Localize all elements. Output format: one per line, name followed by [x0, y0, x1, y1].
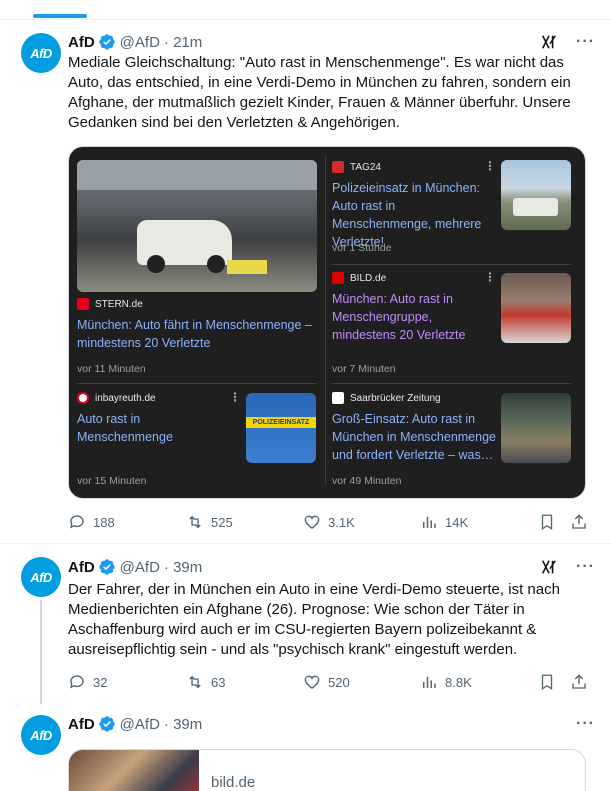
timestamp[interactable]: · 39m — [164, 559, 202, 576]
active-tab-indicator — [33, 14, 87, 18]
bookmark-icon[interactable] — [538, 673, 556, 691]
author-handle[interactable]: @AfD — [120, 716, 160, 733]
news-photo — [77, 160, 317, 292]
author-name[interactable]: AfD — [68, 34, 95, 51]
repost-icon — [189, 675, 201, 689]
grok-icon[interactable] — [540, 558, 558, 576]
row-divider — [77, 383, 317, 384]
bookmark-icon[interactable] — [538, 513, 556, 531]
tweet-text: Der Fahrer, der in München ein Auto in e… — [68, 581, 560, 658]
like-button[interactable]: 3.1K — [303, 513, 420, 531]
share-icon[interactable] — [570, 673, 588, 691]
verified-badge-icon — [98, 559, 115, 575]
reply-button[interactable]: 32 — [68, 673, 186, 691]
heart-icon — [304, 515, 320, 529]
heart-icon — [304, 675, 320, 689]
analytics-icon — [423, 676, 436, 688]
row-divider — [331, 264, 571, 265]
share-icon[interactable] — [570, 513, 588, 531]
news-thumbnail — [501, 393, 571, 463]
author-handle[interactable]: @AfD — [120, 559, 160, 576]
news-time: vor 15 Minuten — [77, 475, 147, 487]
repost-button[interactable]: 63 — [186, 673, 303, 691]
tweet-header: AfD @AfD · 39m ··· — [68, 557, 595, 577]
reply-icon — [69, 675, 84, 689]
news-item-bild[interactable]: BILD.de München: Auto rast in Menschengr… — [332, 272, 492, 344]
news-item-saarbruecker[interactable]: Saarbrücker Zeitung Groß-Einsatz: Auto r… — [332, 392, 497, 464]
link-preview-card[interactable]: bild.de — [68, 749, 586, 791]
timestamp[interactable]: · 39m — [164, 716, 202, 733]
avatar[interactable]: AfD — [21, 33, 61, 73]
author-name[interactable]: AfD — [68, 716, 95, 733]
link-thumbnail — [69, 750, 199, 791]
more-options-icon[interactable]: ··· — [576, 559, 595, 575]
news-card-image[interactable]: STERN.de München: Auto fährt in Menschen… — [68, 146, 586, 499]
news-item-tag24[interactable]: TAG24 Polizeieinsatz in München: Auto ra… — [332, 161, 492, 251]
repost-button[interactable]: 525 — [186, 513, 303, 531]
like-button[interactable]: 520 — [303, 673, 420, 691]
tweet-header: AfD @AfD · 21m ··· — [68, 32, 595, 52]
news-headline: München: Auto rast in Menschengruppe, mi… — [332, 292, 466, 342]
tweet-actions: 32 63 520 8.8K — [68, 672, 588, 692]
news-time: vor 49 Minuten — [332, 475, 402, 487]
verified-badge-icon — [98, 716, 115, 732]
more-options-icon[interactable]: ⋮ — [484, 160, 496, 172]
more-options-icon[interactable]: ··· — [576, 34, 595, 50]
more-options-icon[interactable]: ⋮ — [229, 391, 241, 403]
news-headline: München: Auto fährt in Menschenmenge – m… — [77, 318, 312, 350]
inbayreuth-logo-icon — [77, 392, 89, 404]
tweet-header: AfD @AfD · 39m ··· — [68, 714, 595, 734]
news-headline: Auto rast in Menschenmenge — [77, 412, 173, 444]
column-divider — [325, 155, 326, 485]
tweet-text: Mediale Gleichschaltung: "Auto rast in M… — [68, 54, 571, 131]
more-options-icon[interactable]: ··· — [576, 716, 595, 732]
news-item-inbayreuth[interactable]: inbayreuth.de Auto rast in Menschenmenge — [77, 392, 237, 446]
news-headline: Groß-Einsatz: Auto rast in München in Me… — [332, 412, 496, 462]
news-thumbnail — [501, 160, 571, 230]
reply-button[interactable]: 188 — [68, 513, 186, 531]
author-name[interactable]: AfD — [68, 559, 95, 576]
news-time: vor 1 Stunde — [332, 242, 392, 254]
tweet-actions: 188 525 3.1K 14K — [68, 512, 588, 532]
timestamp[interactable]: · 21m — [164, 34, 202, 51]
author-handle[interactable]: @AfD — [120, 34, 160, 51]
news-time: vor 7 Minuten — [332, 363, 396, 375]
avatar[interactable]: AfD — [21, 715, 61, 755]
more-options-icon[interactable]: ⋮ — [484, 271, 496, 283]
news-item-stern[interactable]: STERN.de München: Auto fährt in Menschen… — [77, 298, 317, 352]
news-time: vor 11 Minuten — [77, 363, 146, 375]
news-thumbnail: POLIZEIEINSATZ — [246, 393, 316, 463]
verified-badge-icon — [98, 34, 115, 50]
views-button[interactable]: 14K — [420, 513, 538, 531]
views-button[interactable]: 8.8K — [420, 673, 538, 691]
link-domain: bild.de — [211, 774, 256, 791]
avatar[interactable]: AfD — [21, 557, 61, 597]
analytics-icon — [423, 516, 436, 528]
tag24-logo-icon — [332, 161, 344, 173]
bild-logo-icon — [332, 272, 344, 284]
repost-icon — [189, 515, 201, 529]
thread-connector — [40, 600, 42, 704]
divider — [0, 19, 611, 20]
stern-logo-icon — [77, 298, 89, 310]
news-thumbnail — [501, 273, 571, 343]
news-headline: Polizeieinsatz in München: Auto rast in … — [332, 181, 482, 249]
divider — [0, 543, 611, 544]
grok-icon[interactable] — [540, 33, 558, 51]
reply-icon — [69, 515, 84, 529]
row-divider — [331, 383, 571, 384]
saarbruecker-logo-icon — [332, 392, 344, 404]
